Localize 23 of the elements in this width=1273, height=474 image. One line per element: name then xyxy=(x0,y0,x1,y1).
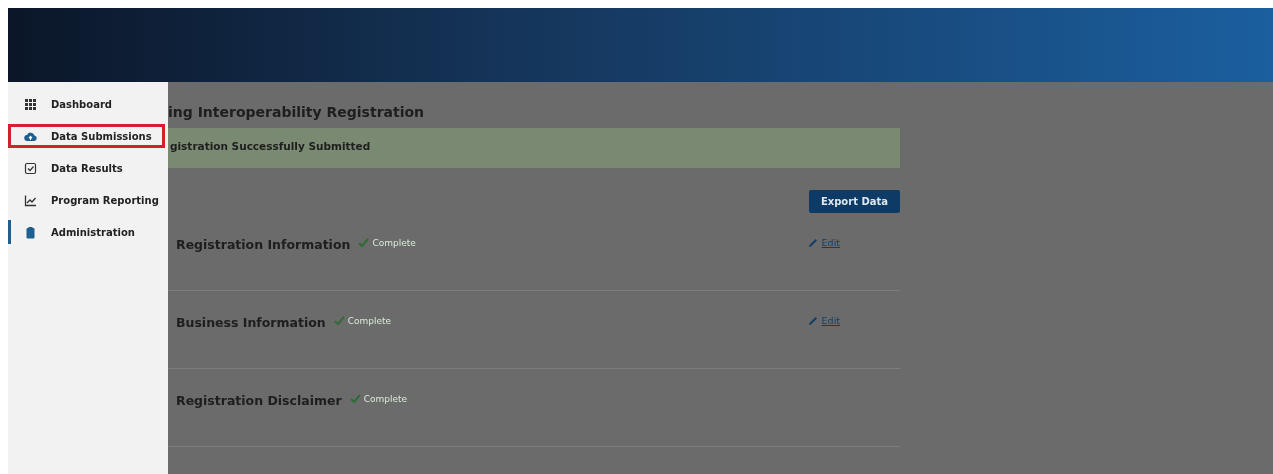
checkbox-icon xyxy=(24,161,37,175)
sidebar-item[interactable]: Data Submissions xyxy=(8,124,165,148)
sidebar-item[interactable]: Administration xyxy=(8,220,165,244)
status-label: Complete xyxy=(349,393,407,404)
sidebar-item[interactable]: Program Reporting xyxy=(8,188,165,212)
check-icon xyxy=(333,315,345,326)
status-label: Complete xyxy=(358,237,416,248)
check-icon xyxy=(349,393,361,404)
section-title: Registration Disclaimer xyxy=(176,393,342,408)
sidebar-item[interactable]: Dashboard xyxy=(8,92,165,116)
export-button[interactable]: Export Data xyxy=(808,190,900,213)
pencil-icon xyxy=(807,237,818,248)
chart-icon xyxy=(24,193,37,207)
clipboard-icon xyxy=(24,225,37,239)
sidebar-item[interactable]: Data Results xyxy=(8,156,165,180)
success-banner: gistration Successfully Submitted xyxy=(168,128,900,168)
grid-icon xyxy=(24,97,37,111)
section-title: Business Information xyxy=(176,315,326,330)
section-title: Registration Information xyxy=(176,237,351,252)
status-label: Complete xyxy=(333,315,392,326)
check-icon xyxy=(358,237,370,248)
pencil-icon xyxy=(807,315,818,326)
page-title: ing Interoperability Registration xyxy=(168,104,426,120)
